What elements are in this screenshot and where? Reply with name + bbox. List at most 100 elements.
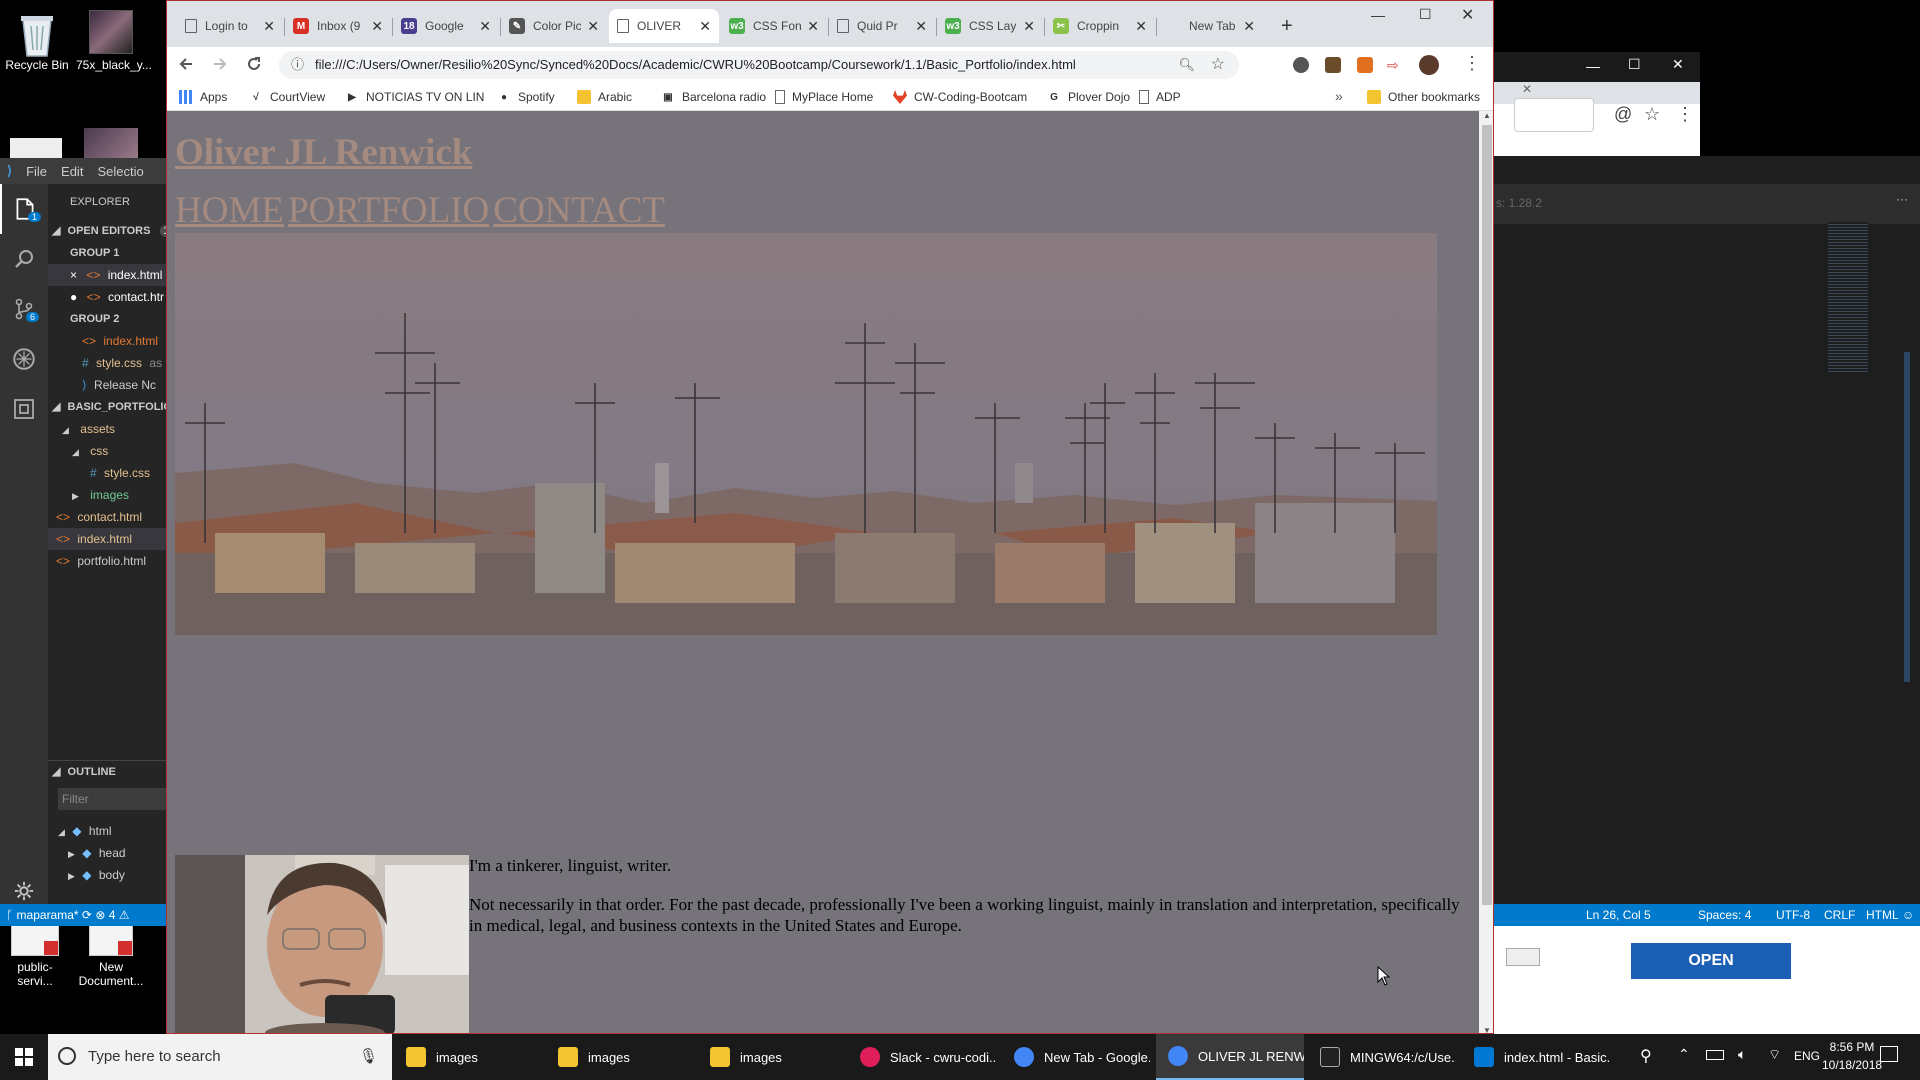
taskbar-item[interactable]: Slack - cwru-codi... — [848, 1034, 996, 1080]
bookmark-item[interactable]: Arabic — [577, 83, 632, 111]
bookmark-item[interactable]: MyPlace Home — [775, 83, 873, 111]
tab-4[interactable]: OLIVER ✕ — [609, 9, 719, 43]
extension-icon[interactable] — [1293, 57, 1309, 73]
indent-setting[interactable]: Spaces: 4 — [1698, 904, 1751, 926]
notifications-icon[interactable] — [1880, 1046, 1898, 1062]
taskbar-item[interactable]: MINGW64:/c/Use... — [1308, 1034, 1456, 1080]
menu-dots-icon[interactable]: ⋮ — [1463, 53, 1481, 74]
extensions-activity-button[interactable] — [0, 384, 48, 434]
tab-close-icon[interactable]: ✕ — [1023, 18, 1035, 35]
close-icon[interactable]: ✕ — [1672, 56, 1684, 73]
scroll-up-arrow-icon[interactable]: ▲ — [1483, 111, 1491, 120]
tab-8[interactable]: ✂ Croppin ✕ — [1045, 9, 1155, 43]
open-editors-section[interactable]: ◢ OPEN EDITORS 1 — [48, 220, 166, 242]
outline-item[interactable]: ◢ ◆ html — [48, 820, 112, 842]
bookmark-item[interactable]: ADP — [1139, 83, 1181, 111]
address-box[interactable] — [1514, 98, 1594, 132]
tab-close-icon[interactable]: ✕ — [1243, 18, 1255, 35]
tree-file[interactable]: <> index.html — [48, 528, 166, 550]
line-ending[interactable]: CRLF — [1824, 904, 1855, 926]
forward-button[interactable] — [211, 55, 229, 73]
back-button[interactable] — [177, 55, 195, 73]
taskbar-item[interactable]: OLIVER JL RENWI... — [1156, 1034, 1304, 1080]
show-hidden-icons-icon[interactable]: ⌃ — [1678, 1046, 1690, 1063]
nav-contact-link[interactable]: CONTACT — [493, 189, 665, 232]
bookmark-item[interactable]: ● Spotify — [497, 83, 555, 111]
tab-close-icon[interactable]: ✕ — [699, 18, 711, 35]
tab-3[interactable]: ✎ Color Pic ✕ — [501, 9, 607, 43]
at-icon[interactable]: @ — [1614, 104, 1632, 125]
list-view-icon[interactable] — [1506, 948, 1540, 966]
tab-close-icon[interactable]: ✕ — [263, 18, 275, 35]
encoding[interactable]: UTF-8 — [1776, 904, 1810, 926]
source-control-activity-button[interactable]: 6 — [0, 284, 48, 334]
nav-home-link[interactable]: HOME — [175, 189, 284, 232]
bookmark-item[interactable]: √ CourtView — [249, 83, 325, 111]
bookmark-item[interactable]: ▣ Barcelona radio — [661, 83, 766, 111]
new-tab-button[interactable]: + — [1281, 15, 1293, 38]
minimap[interactable] — [1828, 222, 1868, 372]
video-thumbnail-icon-2[interactable] — [84, 128, 138, 158]
tab-6[interactable]: Quid Pr ✕ — [829, 9, 935, 43]
battery-icon[interactable] — [1706, 1050, 1724, 1060]
bookmark-item[interactable]: G Plover Dojo — [1047, 83, 1130, 111]
recycle-bin-shortcut[interactable]: Recycle Bin — [2, 10, 72, 72]
page-scrollbar[interactable]: ▲ ▼ — [1479, 111, 1493, 1033]
address-bar[interactable]: ⓘ file:///C:/Users/Owner/Resilio%20Sync/… — [279, 51, 1239, 79]
menu-edit[interactable]: Edit — [54, 164, 90, 179]
branch-name[interactable]: maparama* — [17, 908, 79, 922]
new-document-shortcut[interactable]: New Document... — [76, 922, 146, 988]
menu-dots-icon[interactable]: ⋮ — [1676, 104, 1694, 125]
close-window-button[interactable]: ✕ — [1461, 5, 1474, 25]
outline-item[interactable]: ▶ ◆ body — [48, 864, 125, 886]
cursor-position[interactable]: Ln 26, Col 5 — [1586, 904, 1651, 926]
menu-file[interactable]: File — [19, 164, 54, 179]
outline-filter-input[interactable]: Filter — [58, 788, 166, 810]
file-thumbnail-icon[interactable] — [10, 138, 62, 158]
close-icon[interactable]: ✕ — [1522, 82, 1532, 96]
avatar[interactable] — [1419, 55, 1439, 75]
tab-1[interactable]: M Inbox (9 ✕ — [285, 9, 391, 43]
nav-portfolio-link[interactable]: PORTFOLIO — [288, 189, 489, 232]
tab-2[interactable]: 18 Google ✕ — [393, 9, 499, 43]
taskbar-item[interactable]: index.html - Basic... — [1462, 1034, 1610, 1080]
minimize-icon[interactable]: — — [1586, 58, 1600, 74]
tree-file[interactable]: # style.css — [48, 462, 166, 484]
clock[interactable]: 8:56 PM 10/18/2018 — [1822, 1038, 1882, 1074]
extension-icon[interactable] — [1357, 57, 1373, 73]
language-indicator[interactable]: ENG — [1794, 1049, 1820, 1063]
open-editor-item[interactable]: # style.css as — [48, 352, 166, 374]
extension-icon[interactable] — [1325, 57, 1341, 73]
tab-7[interactable]: w3 CSS Lay ✕ — [937, 9, 1043, 43]
minimize-window-button[interactable]: — — [1371, 7, 1385, 23]
other-bookmarks-folder[interactable]: Other bookmarks — [1367, 83, 1480, 111]
bookmark-star-icon[interactable]: ☆ — [1211, 51, 1225, 79]
site-title-link[interactable]: Oliver JL Renwick — [175, 131, 472, 174]
tab-close-icon[interactable]: ✕ — [587, 18, 599, 35]
zoom-icon[interactable]: 🔍︎ — [1178, 51, 1195, 79]
editor-scrollbar[interactable] — [1904, 352, 1910, 682]
open-editor-item[interactable]: × <> index.html — [48, 264, 166, 286]
reload-button[interactable] — [245, 55, 263, 73]
tab-close-icon[interactable]: ✕ — [371, 18, 383, 35]
outline-section[interactable]: ◢ OUTLINE — [48, 760, 166, 782]
tree-file[interactable]: <> portfolio.html — [48, 550, 166, 572]
menu-selection[interactable]: Selectio — [90, 164, 150, 179]
taskbar-item[interactable]: images — [698, 1034, 846, 1080]
tab-close-icon[interactable]: ✕ — [807, 18, 819, 35]
maximize-window-button[interactable]: ☐ — [1419, 6, 1432, 23]
bookmark-item[interactable]: CW-Coding-Bootcam — [893, 83, 1027, 111]
taskbar-item[interactable]: images — [394, 1034, 542, 1080]
debug-activity-button[interactable] — [0, 334, 48, 384]
scrollbar-thumb[interactable] — [1482, 125, 1492, 905]
open-editor-item[interactable]: ⟩ Release Nc — [48, 374, 166, 396]
bookmark-item[interactable]: ▶ NOTICIAS TV ON LIN — [345, 83, 484, 111]
tree-folder[interactable]: ▶ images — [48, 484, 166, 506]
video-file-shortcut[interactable]: 75x_black_y... — [76, 10, 152, 72]
tree-folder[interactable]: ◢ assets — [48, 418, 166, 440]
language-mode[interactable]: HTML — [1866, 904, 1899, 926]
search-activity-button[interactable] — [0, 234, 48, 284]
volume-icon[interactable]: 🔈︎ — [1738, 1046, 1746, 1063]
sync-icon[interactable]: ⟳ — [82, 908, 95, 922]
extension-icon[interactable]: ⇨ — [1387, 57, 1403, 73]
